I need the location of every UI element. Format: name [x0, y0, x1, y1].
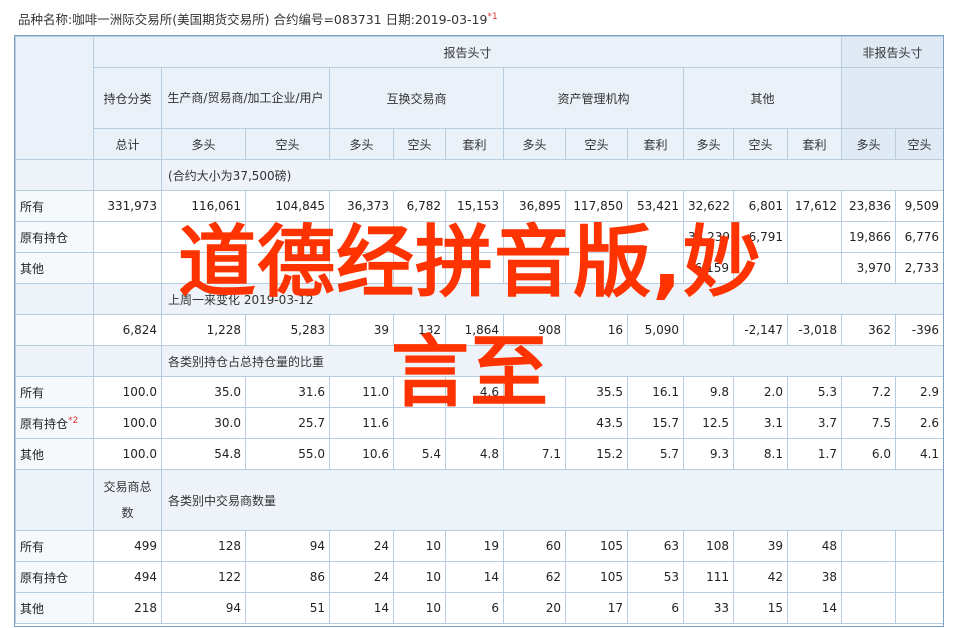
other-header: 其他 — [682, 67, 843, 129]
header-footnote: *1 — [487, 11, 498, 22]
col-short: 空头 — [733, 128, 788, 160]
report-header: 报告头寸 — [92, 36, 843, 68]
row-label: 原有持仓 — [15, 221, 94, 253]
corner-cell — [15, 36, 94, 160]
col-spread: 套利 — [786, 128, 843, 160]
col-total: 总计 — [93, 128, 162, 160]
col-long: 多头 — [683, 128, 734, 160]
row-label: 所有 — [15, 190, 94, 222]
swap-header: 互换交易商 — [329, 67, 504, 129]
trader-total-header: 交易商总数 — [93, 469, 162, 531]
header-line: 品种名称:咖啡一洲际交易所(美国期货交易所) 合约编号=083731 日期:20… — [18, 9, 498, 28]
trader-count-note: 各类别中交易商数量 — [160, 469, 943, 531]
col-long: 多头 — [841, 128, 897, 160]
col-long: 多头 — [329, 128, 394, 160]
contract-size-note: (合约大小为37,500磅) — [160, 159, 943, 191]
nonreport-blank — [841, 67, 943, 129]
row-label: 其他 — [15, 252, 94, 284]
col-long: 多头 — [503, 128, 566, 160]
col-long: 多头 — [161, 128, 246, 160]
col-spread: 套利 — [445, 128, 504, 160]
col-spread: 套利 — [627, 128, 684, 160]
cot-table-frame: 报告头寸 非报告头寸 持仓分类 生产商/贸易商/加工企业/用户 互换交易商 资产… — [14, 35, 944, 627]
nonreport-header: 非报告头寸 — [841, 36, 943, 68]
cot-table: 报告头寸 非报告头寸 持仓分类 生产商/贸易商/加工企业/用户 互换交易商 资产… — [15, 36, 943, 624]
col-short: 空头 — [565, 128, 628, 160]
ratio-note: 各类别持仓占总持仓量的比重 — [160, 345, 943, 377]
col-short: 空头 — [895, 128, 943, 160]
col-short: 空头 — [393, 128, 446, 160]
header-text: 品种名称:咖啡一洲际交易所(美国期货交易所) 合约编号=083731 日期:20… — [18, 12, 488, 27]
manager-header: 资产管理机构 — [503, 67, 684, 129]
producer-header: 生产商/贸易商/加工企业/用户 — [161, 67, 330, 129]
col-short: 空头 — [245, 128, 330, 160]
position-class-header: 持仓分类 — [93, 67, 162, 129]
change-note: 上周一来变化 2019-03-12 — [160, 283, 943, 315]
